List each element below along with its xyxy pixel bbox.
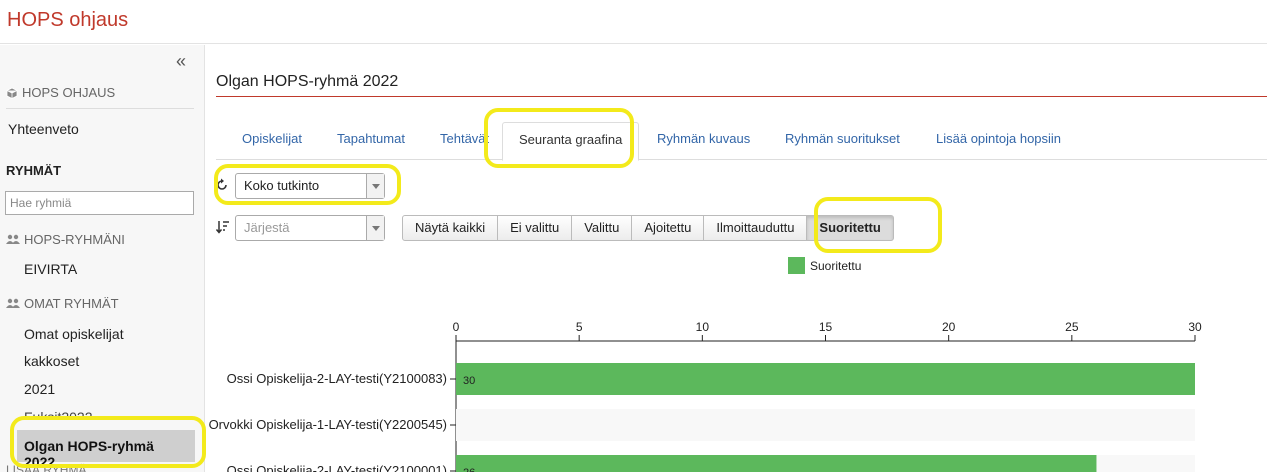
tab-seuranta-graafina[interactable]: Seuranta graafina	[502, 122, 640, 161]
bar	[456, 455, 1097, 472]
bar-data-label: 26	[463, 467, 475, 472]
filter-suoritettu-button[interactable]: Suoritettu	[806, 215, 894, 241]
bar	[456, 363, 1195, 395]
bar-data-label: 30	[463, 375, 475, 387]
divider	[6, 108, 194, 109]
app-header: HOPS ohjaus	[0, 0, 1267, 44]
legend-label: Suoritettu	[810, 259, 861, 273]
y-tick-label: Ossi Opiskelija-2-LAY-testi(Y2100083)	[227, 371, 447, 386]
refresh-icon[interactable]	[216, 178, 228, 197]
y-tick-label: Ossi Opiskelija-2-LAY-testi(Y2100001)	[227, 463, 447, 472]
tab-tapahtumat[interactable]: Tapahtumat	[321, 122, 421, 160]
sort-select[interactable]: Järjestä	[235, 215, 385, 241]
collapse-sidebar-icon[interactable]: «	[176, 51, 186, 72]
sidebar-section-label: OMAT RYHMÄT	[24, 296, 119, 311]
tab-ryhman-suoritukset[interactable]: Ryhmän suoritukset	[769, 122, 916, 160]
sidebar-item-2021[interactable]: 2021	[24, 381, 55, 397]
cube-icon	[6, 87, 18, 99]
tab-lisaa-opintoja[interactable]: Lisää opintoja hopsiin	[920, 122, 1077, 160]
sidebar-section-label: HOPS OHJAUS	[22, 85, 116, 100]
app-title[interactable]: HOPS ohjaus	[7, 9, 128, 32]
sidebar-section-hops-ryhmani: HOPS-RYHMÄNI	[6, 232, 125, 247]
sidebar-section-hops-ohjaus: HOPS OHJAUS	[6, 85, 115, 100]
x-tick-label: 5	[576, 320, 583, 334]
chevron-down-icon	[366, 174, 384, 198]
sidebar-item-kakkoset[interactable]: kakkoset	[24, 353, 79, 369]
x-tick-label: 0	[453, 320, 460, 334]
filter-valittu-button[interactable]: Valittu	[571, 215, 633, 241]
users-icon	[6, 234, 20, 245]
bar-track	[456, 409, 1195, 441]
page-title: Olgan HOPS-ryhmä 2022	[216, 73, 399, 90]
x-tick-label: 10	[696, 320, 710, 334]
users-icon	[6, 298, 20, 309]
sort-select-placeholder: Järjestä	[244, 220, 290, 235]
sidebar-item-eivirta[interactable]: EIVIRTA	[24, 261, 77, 277]
sidebar-section-omat-ryhmat: OMAT RYHMÄT	[6, 296, 119, 311]
chevron-down-icon	[366, 216, 384, 240]
sidebar: « HOPS OHJAUS Yhteenveto RYHMÄT HOPS-RYH…	[0, 45, 205, 472]
legend-swatch	[788, 257, 805, 274]
sidebar-item-omat-opiskelijat[interactable]: Omat opiskelijat	[24, 326, 124, 342]
sidebar-item-active-group[interactable]: Olgan HOPS-ryhmä 2022	[17, 430, 195, 470]
sidebar-section-label: HOPS-RYHMÄNI	[24, 232, 125, 247]
tab-ryhman-kuvaus[interactable]: Ryhmän kuvaus	[641, 122, 766, 160]
filter-ei-valittu-button[interactable]: Ei valittu	[497, 215, 573, 241]
sidebar-section-ryhmat: RYHMÄT	[6, 163, 62, 178]
x-tick-label: 20	[942, 320, 956, 334]
tab-opiskelijat[interactable]: Opiskelijat	[226, 122, 318, 160]
group-search-input[interactable]	[5, 191, 194, 215]
divider	[216, 96, 1267, 97]
sidebar-item-fuksit2022[interactable]: Fuksit2022	[24, 407, 92, 419]
main-content: Olgan HOPS-ryhmä 2022 Opiskelijat Tapaht…	[206, 45, 1267, 472]
add-group-link[interactable]: LISÄÄ RYHMÄ	[6, 463, 86, 472]
filter-ilmoittauduttu-button[interactable]: Ilmoittauduttu	[703, 215, 808, 241]
y-tick-label: Orvokki Opiskelija-1-LAY-testi(Y2200545)	[209, 417, 447, 432]
progress-bar-chart: Suoritettu 0 5 10 15 20 25 30 30 Ossi Opiskelija-…	[209, 257, 1202, 472]
x-tick-label: 30	[1188, 320, 1202, 334]
sort-icon[interactable]	[215, 220, 230, 239]
status-filter-group: Näytä kaikki Ei valittu Valittu Ajoitett…	[402, 215, 894, 241]
x-tick-label: 15	[819, 320, 833, 334]
scope-select[interactable]: Koko tutkinto	[235, 173, 385, 199]
sidebar-item-yhteenveto[interactable]: Yhteenveto	[8, 121, 79, 137]
scope-select-value: Koko tutkinto	[244, 178, 320, 193]
x-tick-label: 25	[1065, 320, 1079, 334]
tab-bar: Opiskelijat Tapahtumat Tehtävät Seuranta…	[216, 122, 1267, 161]
filter-nayta-kaikki-button[interactable]: Näytä kaikki	[402, 215, 499, 241]
tab-tehtavat[interactable]: Tehtävät	[424, 122, 505, 160]
filter-ajoitettu-button[interactable]: Ajoitettu	[631, 215, 705, 241]
